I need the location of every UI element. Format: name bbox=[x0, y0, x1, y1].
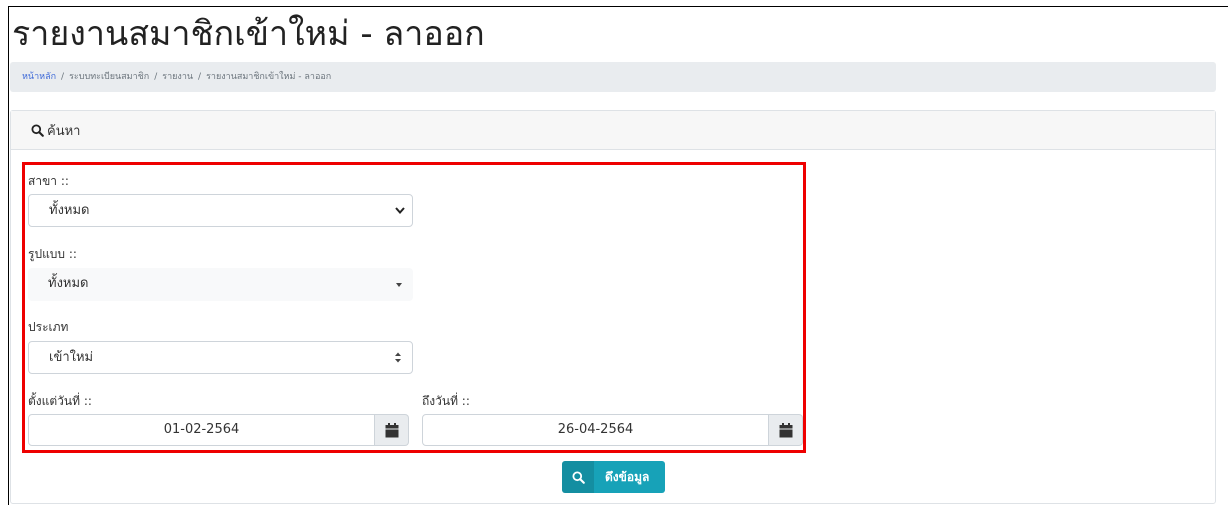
breadcrumb-home[interactable]: หน้าหลัก bbox=[22, 72, 56, 82]
date-from-calendar-button[interactable] bbox=[375, 414, 409, 446]
breadcrumb: หน้าหลัก / ระบบทะเบียนสมาชิก / รายงาน / รายงาน… bbox=[10, 62, 1216, 92]
breadcrumb-member-system[interactable]: ระบบทะเบียนสมาชิก bbox=[69, 72, 149, 82]
search-card-title: ค้นหา bbox=[47, 123, 81, 139]
breadcrumb-report[interactable]: รายงาน bbox=[162, 72, 193, 82]
fetch-data-button[interactable]: ดึงข้อมูล bbox=[562, 461, 665, 493]
search-card-header: ค้นหา bbox=[11, 111, 1215, 150]
calendar-icon bbox=[779, 422, 792, 437]
type-label: ประเภท bbox=[28, 320, 69, 334]
date-to-input[interactable]: 26-04-2564 bbox=[422, 414, 769, 446]
date-from-label: ตั้งแต่วันที่ :: bbox=[28, 394, 92, 408]
sort-arrows-icon bbox=[395, 352, 401, 363]
page-title: รายงานสมาชิกเข้าใหม่ - ลาออก bbox=[12, 14, 485, 54]
chevron-down-icon bbox=[395, 207, 405, 215]
type-select-value: เข้าใหม่ bbox=[49, 350, 94, 365]
fetch-data-label: ดึงข้อมูล bbox=[605, 469, 650, 484]
branch-select-value: ทั้งหมด bbox=[49, 203, 90, 218]
format-label: รูปแบบ :: bbox=[28, 247, 77, 261]
format-select[interactable]: ทั้งหมด bbox=[28, 268, 413, 301]
branch-label: สาขา :: bbox=[28, 174, 69, 188]
format-select-value: ทั้งหมด bbox=[48, 276, 89, 291]
search-icon bbox=[571, 470, 585, 484]
search-icon bbox=[31, 123, 44, 137]
date-to-label: ถึงวันที่ :: bbox=[422, 394, 470, 408]
branch-select[interactable]: ทั้งหมด bbox=[28, 194, 413, 227]
date-from-input[interactable]: 01-02-2564 bbox=[28, 414, 375, 446]
breadcrumb-current: รายงานสมาชิกเข้าใหม่ - ลาออก bbox=[206, 72, 332, 82]
type-select[interactable]: เข้าใหม่ bbox=[28, 341, 413, 374]
calendar-icon bbox=[385, 422, 398, 437]
date-to-calendar-button[interactable] bbox=[769, 414, 803, 446]
fetch-button-icon-wrap bbox=[562, 461, 594, 493]
caret-down-icon bbox=[396, 283, 402, 287]
